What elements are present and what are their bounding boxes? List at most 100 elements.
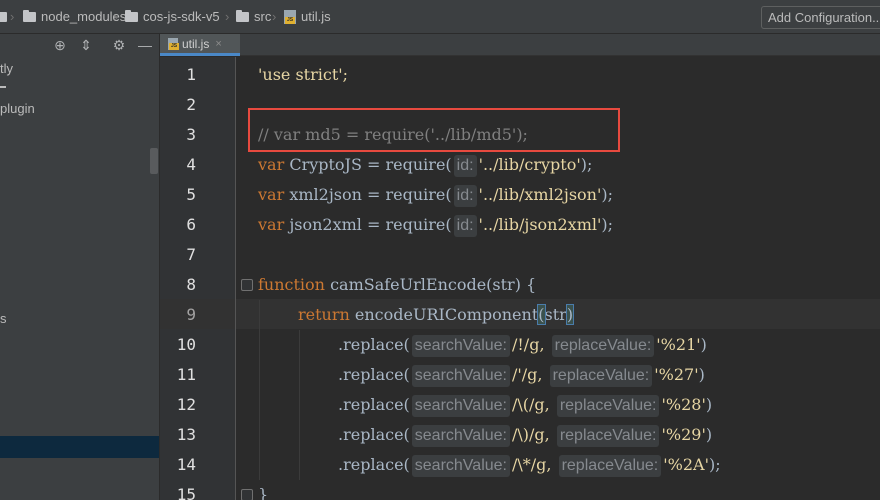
code-text: } (258, 485, 269, 500)
fold-icon[interactable] (241, 279, 253, 291)
regex-literal: /\*/g, (511, 455, 552, 474)
code-text: .replace( (338, 425, 410, 444)
code-text: camSafeUrlEncode(str) { (324, 275, 537, 294)
folder-icon (23, 10, 36, 22)
code-text: .replace( (338, 365, 410, 384)
tab-label: util.js (182, 36, 210, 51)
tree-item[interactable]: s (0, 311, 7, 327)
code-line-15: } (258, 480, 268, 500)
code-text: encodeURIComponent (349, 305, 539, 324)
string-literal: '%21' (656, 335, 701, 354)
parameter-hint: replaceValue: (556, 424, 660, 447)
line-number: 9 (186, 305, 196, 324)
code-text: json2xml = require( (284, 215, 452, 234)
minimize-icon[interactable]: — (136, 36, 154, 54)
string-literal: '../lib/crypto' (478, 155, 581, 174)
keyword: var (258, 185, 285, 204)
code-text: xml2json = require( (284, 185, 452, 204)
string-literal: '%28' (661, 395, 706, 414)
keyword: function (258, 275, 325, 294)
keyword: return (298, 305, 350, 324)
code-text: CryptoJS = require( (284, 155, 452, 174)
tree-item[interactable]: tly (0, 61, 13, 77)
code-line-4: var CryptoJS = require(id: '../lib/crypto… (258, 150, 592, 180)
line-number: 8 (186, 275, 196, 294)
gutter-divider (235, 57, 236, 500)
code-text: str (544, 305, 567, 324)
string-literal: '%2A' (663, 455, 709, 474)
breadcrumb-item-src[interactable]: src (236, 0, 271, 34)
string-literal: '../lib/xml2json' (478, 185, 602, 204)
line-number: 6 (186, 215, 196, 234)
folder-icon (0, 12, 7, 22)
line-number: 4 (186, 155, 196, 174)
add-configuration-button[interactable]: Add Configuration... (761, 6, 880, 29)
indent-guide (259, 300, 260, 480)
close-icon[interactable]: × (215, 38, 221, 50)
line-number: 10 (176, 335, 196, 354)
regex-literal: /\(/g, (511, 395, 550, 414)
matched-brace: ) (565, 304, 575, 325)
scrollbar[interactable] (150, 148, 158, 174)
code-line-11: .replace(searchValue:/'/g, replaceValue:… (338, 360, 705, 390)
code-line-6: var json2xml = require(id: '../lib/json2x… (258, 210, 613, 240)
code-text: ); (580, 155, 593, 174)
regex-literal: /\)/g, (511, 425, 550, 444)
line-number: 15 (176, 485, 196, 500)
tree-item-label: tly (0, 61, 13, 76)
editor-tab-bar: util.js × (160, 34, 880, 56)
keyword: var (258, 215, 285, 234)
parameter-hint: replaceValue: (549, 364, 653, 387)
keyword: var (258, 155, 285, 174)
tree-item-fragment (0, 86, 6, 88)
fold-icon[interactable] (241, 489, 253, 500)
parameter-hint: searchValue: (411, 334, 510, 357)
tree-item[interactable]: plugin (0, 101, 35, 117)
crosshair-icon[interactable]: ⊕ (51, 36, 69, 54)
line-number: 5 (186, 185, 196, 204)
string-literal: '%27' (654, 365, 699, 384)
parameter-hint: id: (453, 154, 477, 177)
breadcrumb-label: cos-js-sdk-v5 (143, 9, 220, 24)
collapse-icon[interactable]: ⇕ (77, 36, 95, 54)
code-line-5: var xml2json = require(id: '../lib/xml2js… (258, 180, 613, 210)
parameter-hint: searchValue: (411, 454, 510, 477)
code-text: .replace( (338, 455, 410, 474)
parameter-hint: searchValue: (411, 424, 510, 447)
tree-item-selected[interactable] (0, 436, 159, 458)
parameter-hint: id: (453, 214, 477, 237)
line-number: 1 (186, 65, 196, 84)
breadcrumb-item-cos-js-sdk-v5[interactable]: cos-js-sdk-v5 (125, 0, 220, 34)
code-line-14: .replace(searchValue:/\*/g, replaceValue… (338, 450, 721, 480)
code-line-9: return encodeURIComponent(str) (298, 300, 575, 330)
code-line-10: .replace(searchValue:/!/g, replaceValue:… (338, 330, 707, 360)
chevron-right-icon: › (225, 9, 230, 24)
project-panel-toolbar: ⊕ ⇕ ⚙ — (0, 34, 160, 56)
gear-icon[interactable]: ⚙ (110, 36, 128, 54)
breadcrumb-item-node-modules[interactable]: node_modules (23, 0, 126, 34)
tab-util-js[interactable]: util.js × (160, 34, 240, 56)
folder-icon (125, 10, 138, 22)
code-line-12: .replace(searchValue:/\(/g, replaceValue… (338, 390, 712, 420)
line-number: 3 (186, 125, 196, 144)
highlight-annotation-box (248, 108, 620, 152)
breadcrumb-label: util.js (301, 9, 331, 24)
indent-guide (299, 330, 300, 480)
code-line-13: .replace(searchValue:/\)/g, replaceValue… (338, 420, 712, 450)
folder-icon (236, 10, 249, 22)
line-number: 2 (186, 95, 196, 114)
breadcrumb-label: src (254, 9, 272, 24)
tree-item-label: s (0, 311, 7, 326)
parameter-hint: replaceValue: (551, 334, 655, 357)
code-line-8: function camSafeUrlEncode(str) { (258, 270, 536, 300)
code-text: ) (705, 425, 713, 444)
line-number: 11 (176, 365, 196, 384)
code-text: ); (708, 455, 721, 474)
line-number: 12 (176, 395, 196, 414)
breadcrumb: › node_modules › cos-js-sdk-v5 › src › u… (0, 0, 880, 34)
chevron-right-icon: › (272, 9, 277, 24)
chevron-right-icon: › (114, 9, 119, 24)
breadcrumb-item-util-js[interactable]: util.js (284, 0, 331, 34)
string-literal: '%29' (661, 425, 706, 444)
code-text: ) (698, 365, 705, 384)
